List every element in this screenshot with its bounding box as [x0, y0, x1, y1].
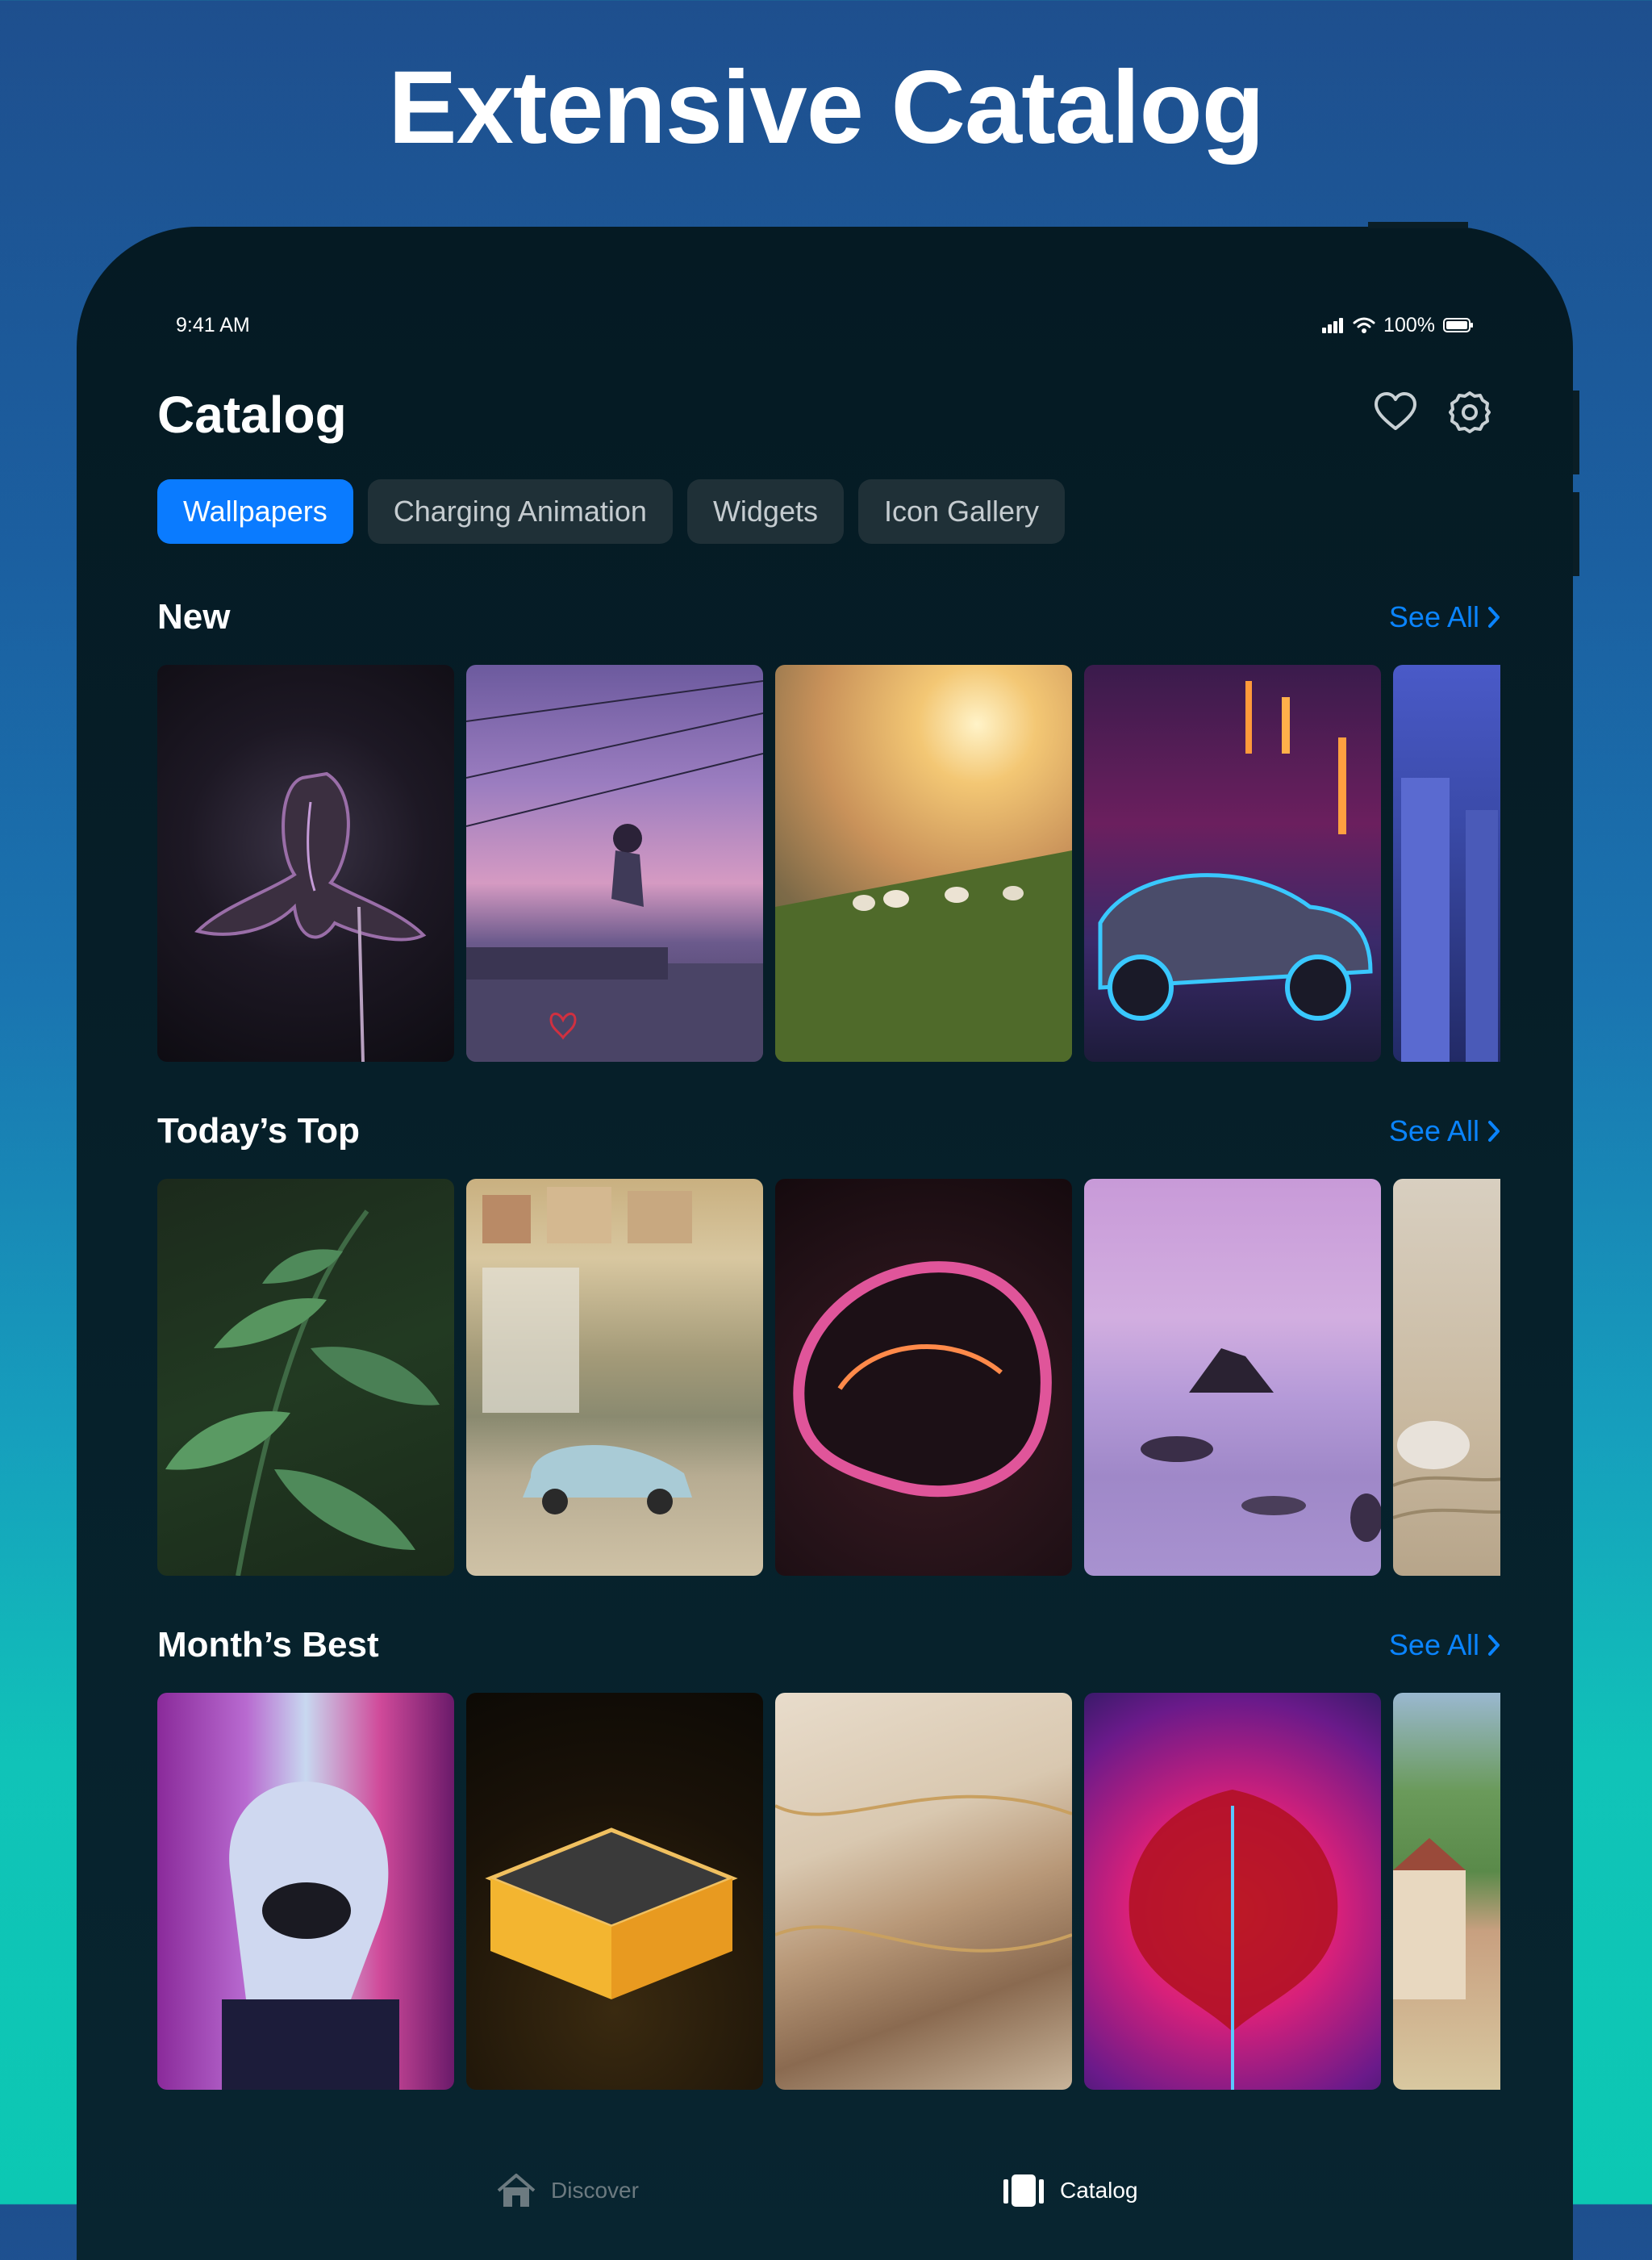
signal-icon	[1322, 318, 1344, 333]
tab-widgets[interactable]: Widgets	[686, 479, 844, 544]
see-all-button[interactable]: See All	[1389, 600, 1500, 634]
headline: Extensive Catalog	[388, 50, 1265, 165]
status-right: 100%	[1322, 314, 1474, 337]
tablet-frame: 9:41 AM 100% Catalog Wallpapers Charging…	[77, 227, 1573, 2260]
see-all-label: See All	[1388, 1628, 1479, 1661]
page-title: Catalog	[157, 386, 347, 444]
chevron-right-icon	[1488, 1121, 1500, 1142]
device-side-button	[1573, 391, 1579, 474]
wallpaper-thumbnail[interactable]	[1393, 1179, 1500, 1576]
see-all-button[interactable]: See All	[1389, 1114, 1500, 1148]
header: Catalog	[157, 385, 1492, 449]
see-all-button[interactable]: See All	[1389, 1628, 1500, 1662]
wallpaper-thumbnail[interactable]	[157, 665, 454, 1062]
wallpaper-thumbnail[interactable]	[775, 665, 1072, 1062]
wallpaper-thumbnail[interactable]	[157, 1693, 454, 2090]
section-title: New	[157, 597, 231, 637]
wallpaper-thumbnail[interactable]	[1084, 665, 1381, 1062]
wallpaper-thumbnail[interactable]	[466, 665, 763, 1062]
chevron-right-icon	[1488, 607, 1500, 628]
battery-icon	[1443, 318, 1473, 332]
wallpaper-thumbnail[interactable]	[466, 1179, 763, 1576]
section-new: New See All	[157, 597, 1500, 1062]
tab-charging-animation[interactable]: Charging Animation	[367, 479, 673, 544]
section-todays-top: Today’s Top See All	[157, 1111, 1500, 1576]
chevron-right-icon	[1488, 1635, 1500, 1656]
gear-icon[interactable]	[1447, 390, 1492, 435]
wallpaper-thumbnail[interactable]	[1393, 1693, 1500, 2090]
catalog-icon	[1003, 2174, 1044, 2207]
wifi-icon	[1353, 317, 1375, 333]
see-all-label: See All	[1388, 600, 1479, 633]
heart-icon[interactable]	[1373, 390, 1418, 435]
tab-wallpapers[interactable]: Wallpapers	[157, 479, 353, 544]
tabbar-catalog[interactable]: Catalog	[1002, 2173, 1138, 2208]
wallpaper-thumbnail[interactable]	[775, 1693, 1072, 2090]
tabbar-discover[interactable]: Discover	[496, 2173, 639, 2208]
see-all-label: See All	[1388, 1114, 1479, 1147]
tabbar-catalog-label: Catalog	[1060, 2178, 1138, 2203]
device-side-button	[1573, 492, 1579, 576]
section-title: Month’s Best	[157, 1625, 379, 1665]
battery-percent: 100%	[1383, 313, 1435, 336]
status-bar: 9:41 AM 100%	[176, 311, 1474, 340]
tabbar-discover-label: Discover	[551, 2178, 639, 2203]
section-months-best: Month’s Best See All	[157, 1625, 1500, 2090]
wallpaper-thumbnail[interactable]	[775, 1179, 1072, 1576]
wallpaper-thumbnail[interactable]	[157, 1179, 454, 1576]
wallpaper-thumbnail[interactable]	[1084, 1179, 1381, 1576]
bottom-tab-bar: Discover Catalog	[77, 2131, 1573, 2260]
section-title: Today’s Top	[157, 1111, 360, 1151]
status-time: 9:41 AM	[176, 313, 250, 336]
wallpaper-thumbnail[interactable]	[1084, 1693, 1381, 2090]
home-icon	[497, 2174, 536, 2207]
category-tabs: Wallpapers Charging Animation Widgets Ic…	[157, 479, 1066, 544]
wallpaper-thumbnail[interactable]	[466, 1693, 763, 2090]
tab-icon-gallery[interactable]: Icon Gallery	[857, 479, 1066, 544]
wallpaper-thumbnail[interactable]	[1393, 665, 1500, 1062]
device-top-button	[1368, 222, 1468, 228]
